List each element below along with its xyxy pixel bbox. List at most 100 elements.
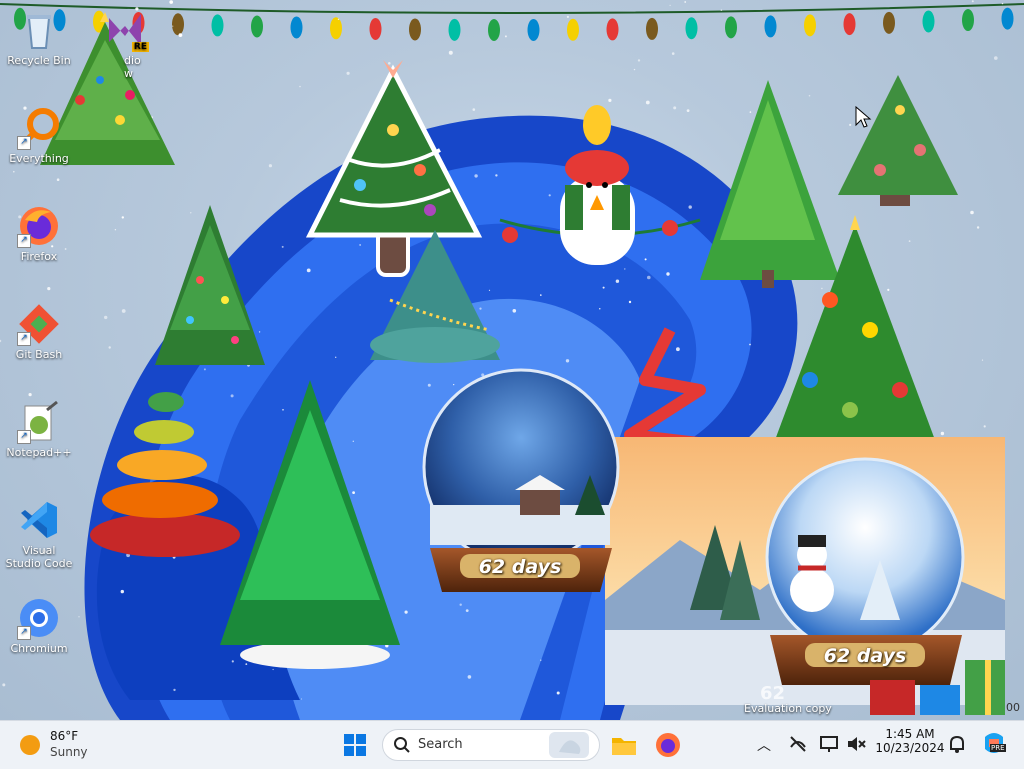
light-bulb — [251, 15, 263, 38]
desktop-icon-chromium[interactable]: ↗ Chromium — [4, 596, 74, 655]
taskbar-search[interactable]: Search — [382, 729, 600, 761]
copilot-button[interactable]: PRE — [980, 729, 1008, 757]
snow-sparkle — [346, 71, 350, 75]
snow-sparkle — [388, 62, 391, 65]
search-label: Search — [418, 737, 463, 752]
desktop-icon-recycle-bin[interactable]: Recycle Bin — [4, 8, 74, 67]
light-bulb — [764, 15, 777, 38]
snow-sparkle — [306, 268, 311, 273]
snow-sparkle — [0, 339, 2, 343]
weather-temp: 86°F — [50, 729, 79, 743]
snow-sparkle — [821, 287, 823, 290]
desktop[interactable]: 62 days 62 days 62 Evaluation copy 00 RE… — [0, 0, 1024, 720]
light-bulb — [843, 13, 856, 36]
file-explorer-button[interactable] — [606, 727, 642, 763]
windows-logo-icon — [344, 734, 366, 756]
snow-sparkle — [104, 315, 108, 320]
snow-sparkle — [281, 245, 284, 248]
desktop-icon-notepadpp[interactable]: ↗ Notepad++ — [4, 400, 74, 459]
snow-sparkle — [637, 59, 641, 62]
firefox-icon: ↗ — [17, 204, 61, 248]
folder-icon — [612, 738, 636, 755]
snow-sparkle — [78, 616, 80, 618]
display-icon[interactable] — [818, 733, 840, 755]
snow-sparkle — [173, 688, 176, 692]
snow-sparkle — [272, 668, 274, 671]
snow-sparkle — [808, 94, 811, 97]
weather-widget[interactable]: 86°F Sunny — [14, 727, 104, 763]
light-bulb — [804, 14, 816, 37]
light-bulb — [646, 17, 658, 40]
snow-sparkle — [540, 294, 542, 296]
light-bulb — [883, 11, 895, 34]
light-bulb — [527, 18, 540, 41]
snow-sparkle — [940, 431, 945, 436]
volume-muted-icon[interactable] — [845, 733, 867, 755]
snow-sparkle — [624, 268, 626, 270]
snow-sparkle — [504, 35, 507, 38]
desktop-icon-vscode[interactable]: Visual Studio Code — [4, 498, 74, 570]
snow-sparkle — [190, 212, 192, 214]
light-bulb — [211, 14, 224, 37]
desktop-icon-label: Notepad++ — [6, 446, 72, 459]
snow-sparkle — [976, 226, 980, 229]
snow-sparkle — [474, 174, 478, 178]
desktop-icon-firefox[interactable]: ↗ Firefox — [4, 204, 74, 263]
visual-studio-icon: RE — [103, 8, 149, 52]
light-bulb — [1001, 7, 1014, 30]
firefox-taskbar-button[interactable] — [650, 727, 686, 763]
snow-sparkle — [566, 15, 570, 18]
start-button[interactable] — [337, 727, 373, 763]
snow-sparkle — [13, 170, 15, 173]
light-bulb — [448, 18, 461, 41]
snow-sparkle — [488, 289, 491, 291]
notepadpp-icon: ↗ — [17, 400, 61, 444]
snow-sparkle — [749, 343, 751, 346]
light-bulb — [330, 17, 342, 40]
snow-sparkle — [688, 205, 692, 209]
snow-sparkle — [121, 309, 126, 313]
snow-sparkle — [671, 52, 675, 55]
snow-sparkle — [121, 216, 125, 219]
copilot-icon — [985, 733, 1003, 753]
light-bulb — [172, 13, 184, 36]
preview-badge: PRE — [990, 744, 1006, 752]
light-bulb — [685, 17, 698, 40]
snow-sparkle — [108, 346, 111, 349]
snow-sparkle — [994, 56, 998, 60]
snow-sparkle — [676, 347, 680, 352]
snow-sparkle — [56, 178, 60, 181]
light-bulb — [488, 18, 500, 41]
desktop-icon-label: Firefox — [20, 250, 58, 263]
network-offline-icon[interactable] — [787, 733, 809, 755]
clock[interactable]: 1:45 AM 10/23/2024 — [874, 727, 946, 755]
snow-sparkle — [908, 240, 911, 243]
snow-sparkle — [120, 589, 125, 594]
snow-sparkle — [300, 698, 303, 700]
snow-sparkle — [427, 383, 431, 387]
firefox-icon — [656, 733, 680, 757]
light-bulb — [290, 16, 303, 39]
notifications-button[interactable] — [947, 734, 967, 754]
desktop-icon-git-bash[interactable]: ↗ Git Bash — [4, 302, 74, 361]
snow-sparkle — [169, 0, 173, 4]
light-bulb — [922, 10, 935, 33]
desktop-icon-visual-studio[interactable]: RE dio w — [90, 8, 160, 80]
snow-sparkle — [258, 331, 261, 333]
desktop-icon-everything[interactable]: ↗ Everything — [4, 106, 74, 165]
snow-sparkle — [172, 25, 174, 27]
snow-sparkle — [749, 111, 752, 113]
snow-sparkle — [114, 229, 117, 231]
show-hidden-icons-button[interactable]: ︿ — [757, 735, 771, 755]
clock-time: 1:45 AM — [885, 727, 935, 741]
snow-sparkle — [983, 425, 986, 428]
shortcut-arrow-icon: ↗ — [17, 332, 31, 346]
snow-sparkle — [684, 1, 687, 3]
snow-sparkle — [666, 272, 670, 276]
recycle-bin-icon — [17, 8, 61, 52]
snow-sparkle — [2, 683, 6, 687]
snow-sparkle — [686, 109, 690, 112]
vscode-icon — [17, 498, 61, 542]
preview-badge: RE — [131, 42, 149, 52]
snow-sparkle — [337, 18, 340, 20]
